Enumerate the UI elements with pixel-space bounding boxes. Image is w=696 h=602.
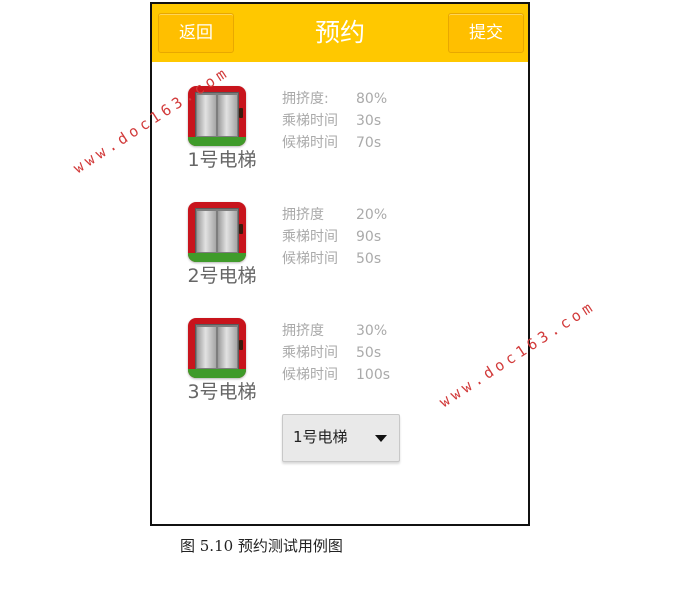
elevator-row-2: 2号电梯 拥挤度 20% 乘梯时间 90s 候梯时间 50s	[152, 202, 528, 312]
stat-value-wait-time: 100s	[356, 367, 391, 383]
elevator-row-1: 1号电梯 拥挤度: 80% 乘梯时间 30s 候梯时间 70s	[152, 86, 528, 196]
elevator-select[interactable]: 1号电梯	[282, 414, 400, 462]
stat-label-wait-time: 候梯时间	[282, 367, 338, 383]
stat-value-wait-time: 50s	[356, 251, 382, 267]
stat-label-ride-time: 乘梯时间	[282, 345, 338, 361]
elevator-name: 1号电梯	[187, 149, 257, 171]
figure-caption: 图 5.10 预约测试用例图	[180, 537, 343, 555]
stat-value-ride-time: 50s	[356, 345, 382, 361]
stat-value-ride-time: 30s	[356, 113, 382, 129]
elevator-icon[interactable]	[188, 318, 246, 378]
submit-button[interactable]: 提交	[448, 13, 524, 53]
stat-label-crowding: 拥挤度:	[282, 91, 329, 107]
top-bar: 返回 预约 提交	[152, 4, 528, 62]
stat-label-crowding: 拥挤度	[282, 207, 324, 223]
stat-label-wait-time: 候梯时间	[282, 135, 338, 151]
stat-label-ride-time: 乘梯时间	[282, 229, 338, 245]
elevator-select-value: 1号电梯	[293, 428, 348, 446]
elevator-name: 3号电梯	[187, 381, 257, 403]
stat-value-crowding: 80%	[356, 91, 388, 107]
stat-label-ride-time: 乘梯时间	[282, 113, 338, 129]
stat-value-wait-time: 70s	[356, 135, 382, 151]
stat-value-crowding: 20%	[356, 207, 388, 223]
elevator-name: 2号电梯	[187, 265, 257, 287]
chevron-down-icon	[375, 435, 387, 442]
stat-label-crowding: 拥挤度	[282, 323, 324, 339]
stat-value-ride-time: 90s	[356, 229, 382, 245]
stat-label-wait-time: 候梯时间	[282, 251, 338, 267]
elevator-icon[interactable]	[188, 202, 246, 262]
stat-value-crowding: 30%	[356, 323, 388, 339]
